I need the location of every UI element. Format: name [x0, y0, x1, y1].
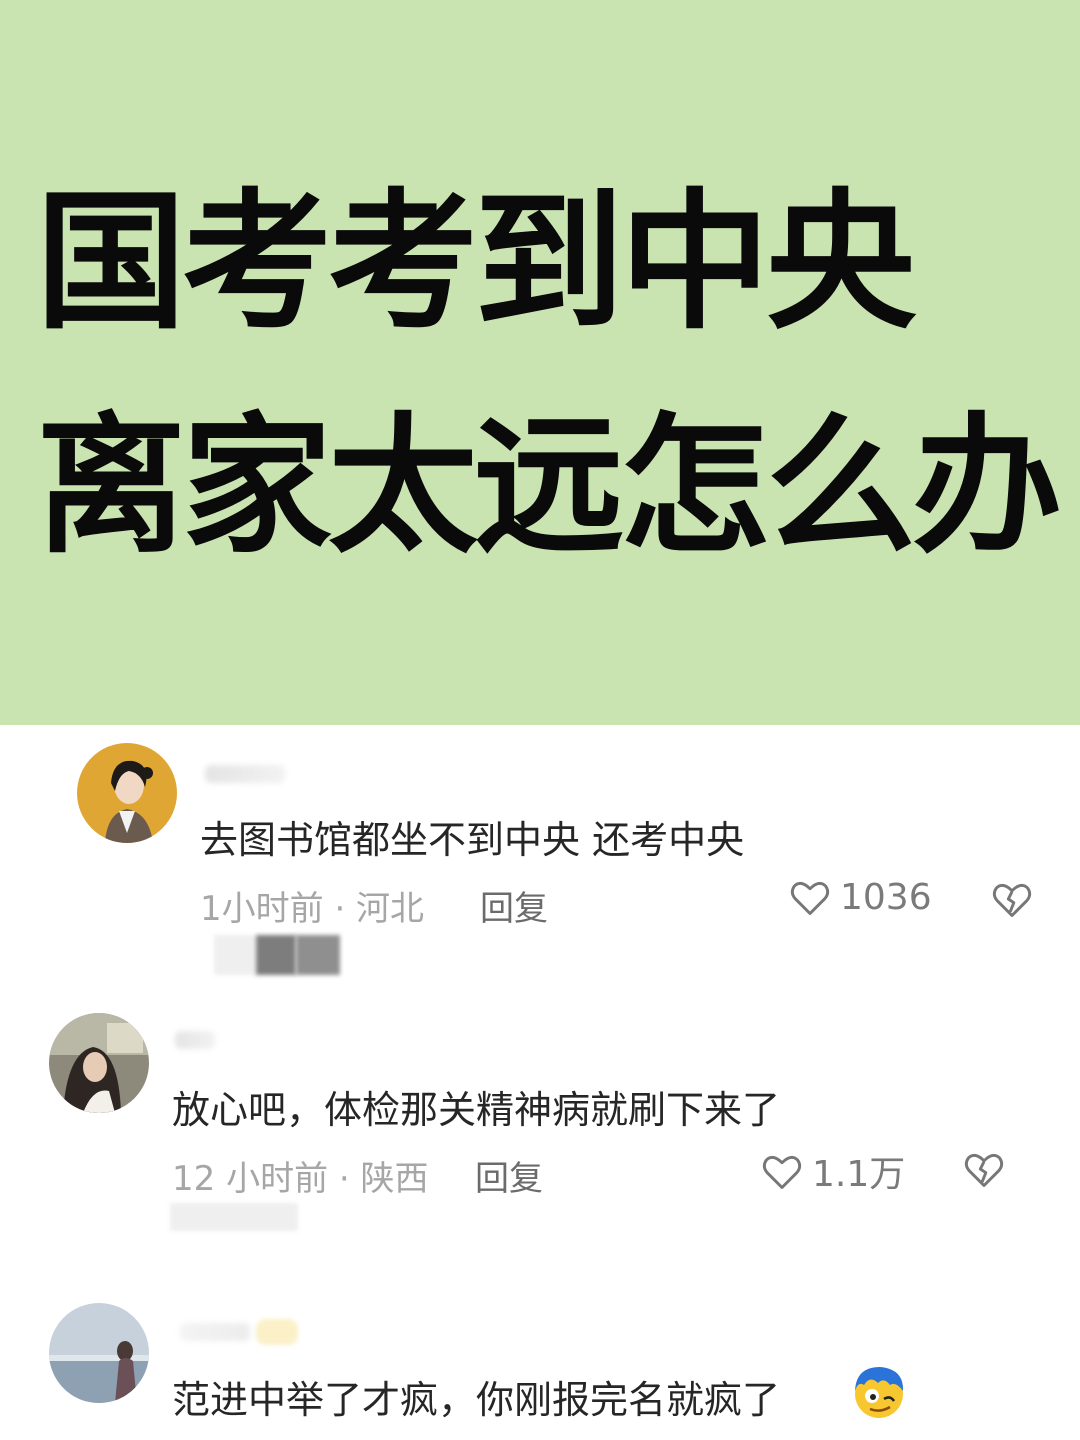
comment-time-location: 1小时前 · 河北 [200, 889, 425, 929]
username-blurred[interactable] [180, 1323, 250, 1341]
broken-heart-icon [992, 883, 1032, 917]
comment-text: 放心吧，体检那关精神病就刷下来了 [172, 1088, 781, 1132]
title-banner: 国考考到中央 离家太远怎么办 [0, 0, 1080, 725]
dislike-button[interactable] [962, 1147, 1006, 1195]
comment-item: 放心吧，体检那关精神病就刷下来了 12 小时前 · 陕西 回复 1.1万 [0, 995, 1080, 1265]
redacted-block [214, 935, 256, 975]
banner-title-line-2: 离家太远怎么办 [36, 400, 1062, 574]
avatar[interactable] [49, 1013, 149, 1113]
username-blurred[interactable] [205, 765, 285, 783]
avatar[interactable] [77, 743, 177, 843]
like-button[interactable]: 1036 [788, 875, 932, 919]
redacted-block [296, 935, 340, 975]
comment-item: 范进中举了才疯，你刚报完名就疯了 [0, 1265, 1080, 1440]
redacted-block [256, 935, 296, 975]
like-button[interactable]: 1.1万 [760, 1145, 905, 1197]
redacted-block [256, 1319, 298, 1345]
comment-time-location: 12 小时前 · 陕西 [172, 1159, 429, 1199]
redacted-block [170, 1203, 298, 1231]
reply-button[interactable]: 回复 [480, 881, 548, 930]
like-count: 1.1万 [812, 1154, 906, 1195]
comment-text: 去图书馆都坐不到中央 还考中央 [200, 818, 745, 862]
comment-item: 去图书馆都坐不到中央 还考中央 1小时前 · 河北 回复 1036 [0, 725, 1080, 995]
comment-text: 范进中举了才疯，你刚报完名就疯了 [172, 1378, 781, 1422]
broken-heart-icon [964, 1153, 1004, 1187]
username-blurred[interactable] [175, 1031, 215, 1049]
like-count: 1036 [840, 876, 932, 918]
heart-icon [790, 881, 830, 915]
crazy-face-emoji-icon [850, 1363, 908, 1425]
banner-title-line-1: 国考考到中央 [36, 176, 916, 350]
avatar[interactable] [49, 1303, 149, 1403]
heart-icon [762, 1155, 802, 1189]
dislike-button[interactable] [990, 877, 1034, 925]
reply-button[interactable]: 回复 [475, 1151, 543, 1200]
